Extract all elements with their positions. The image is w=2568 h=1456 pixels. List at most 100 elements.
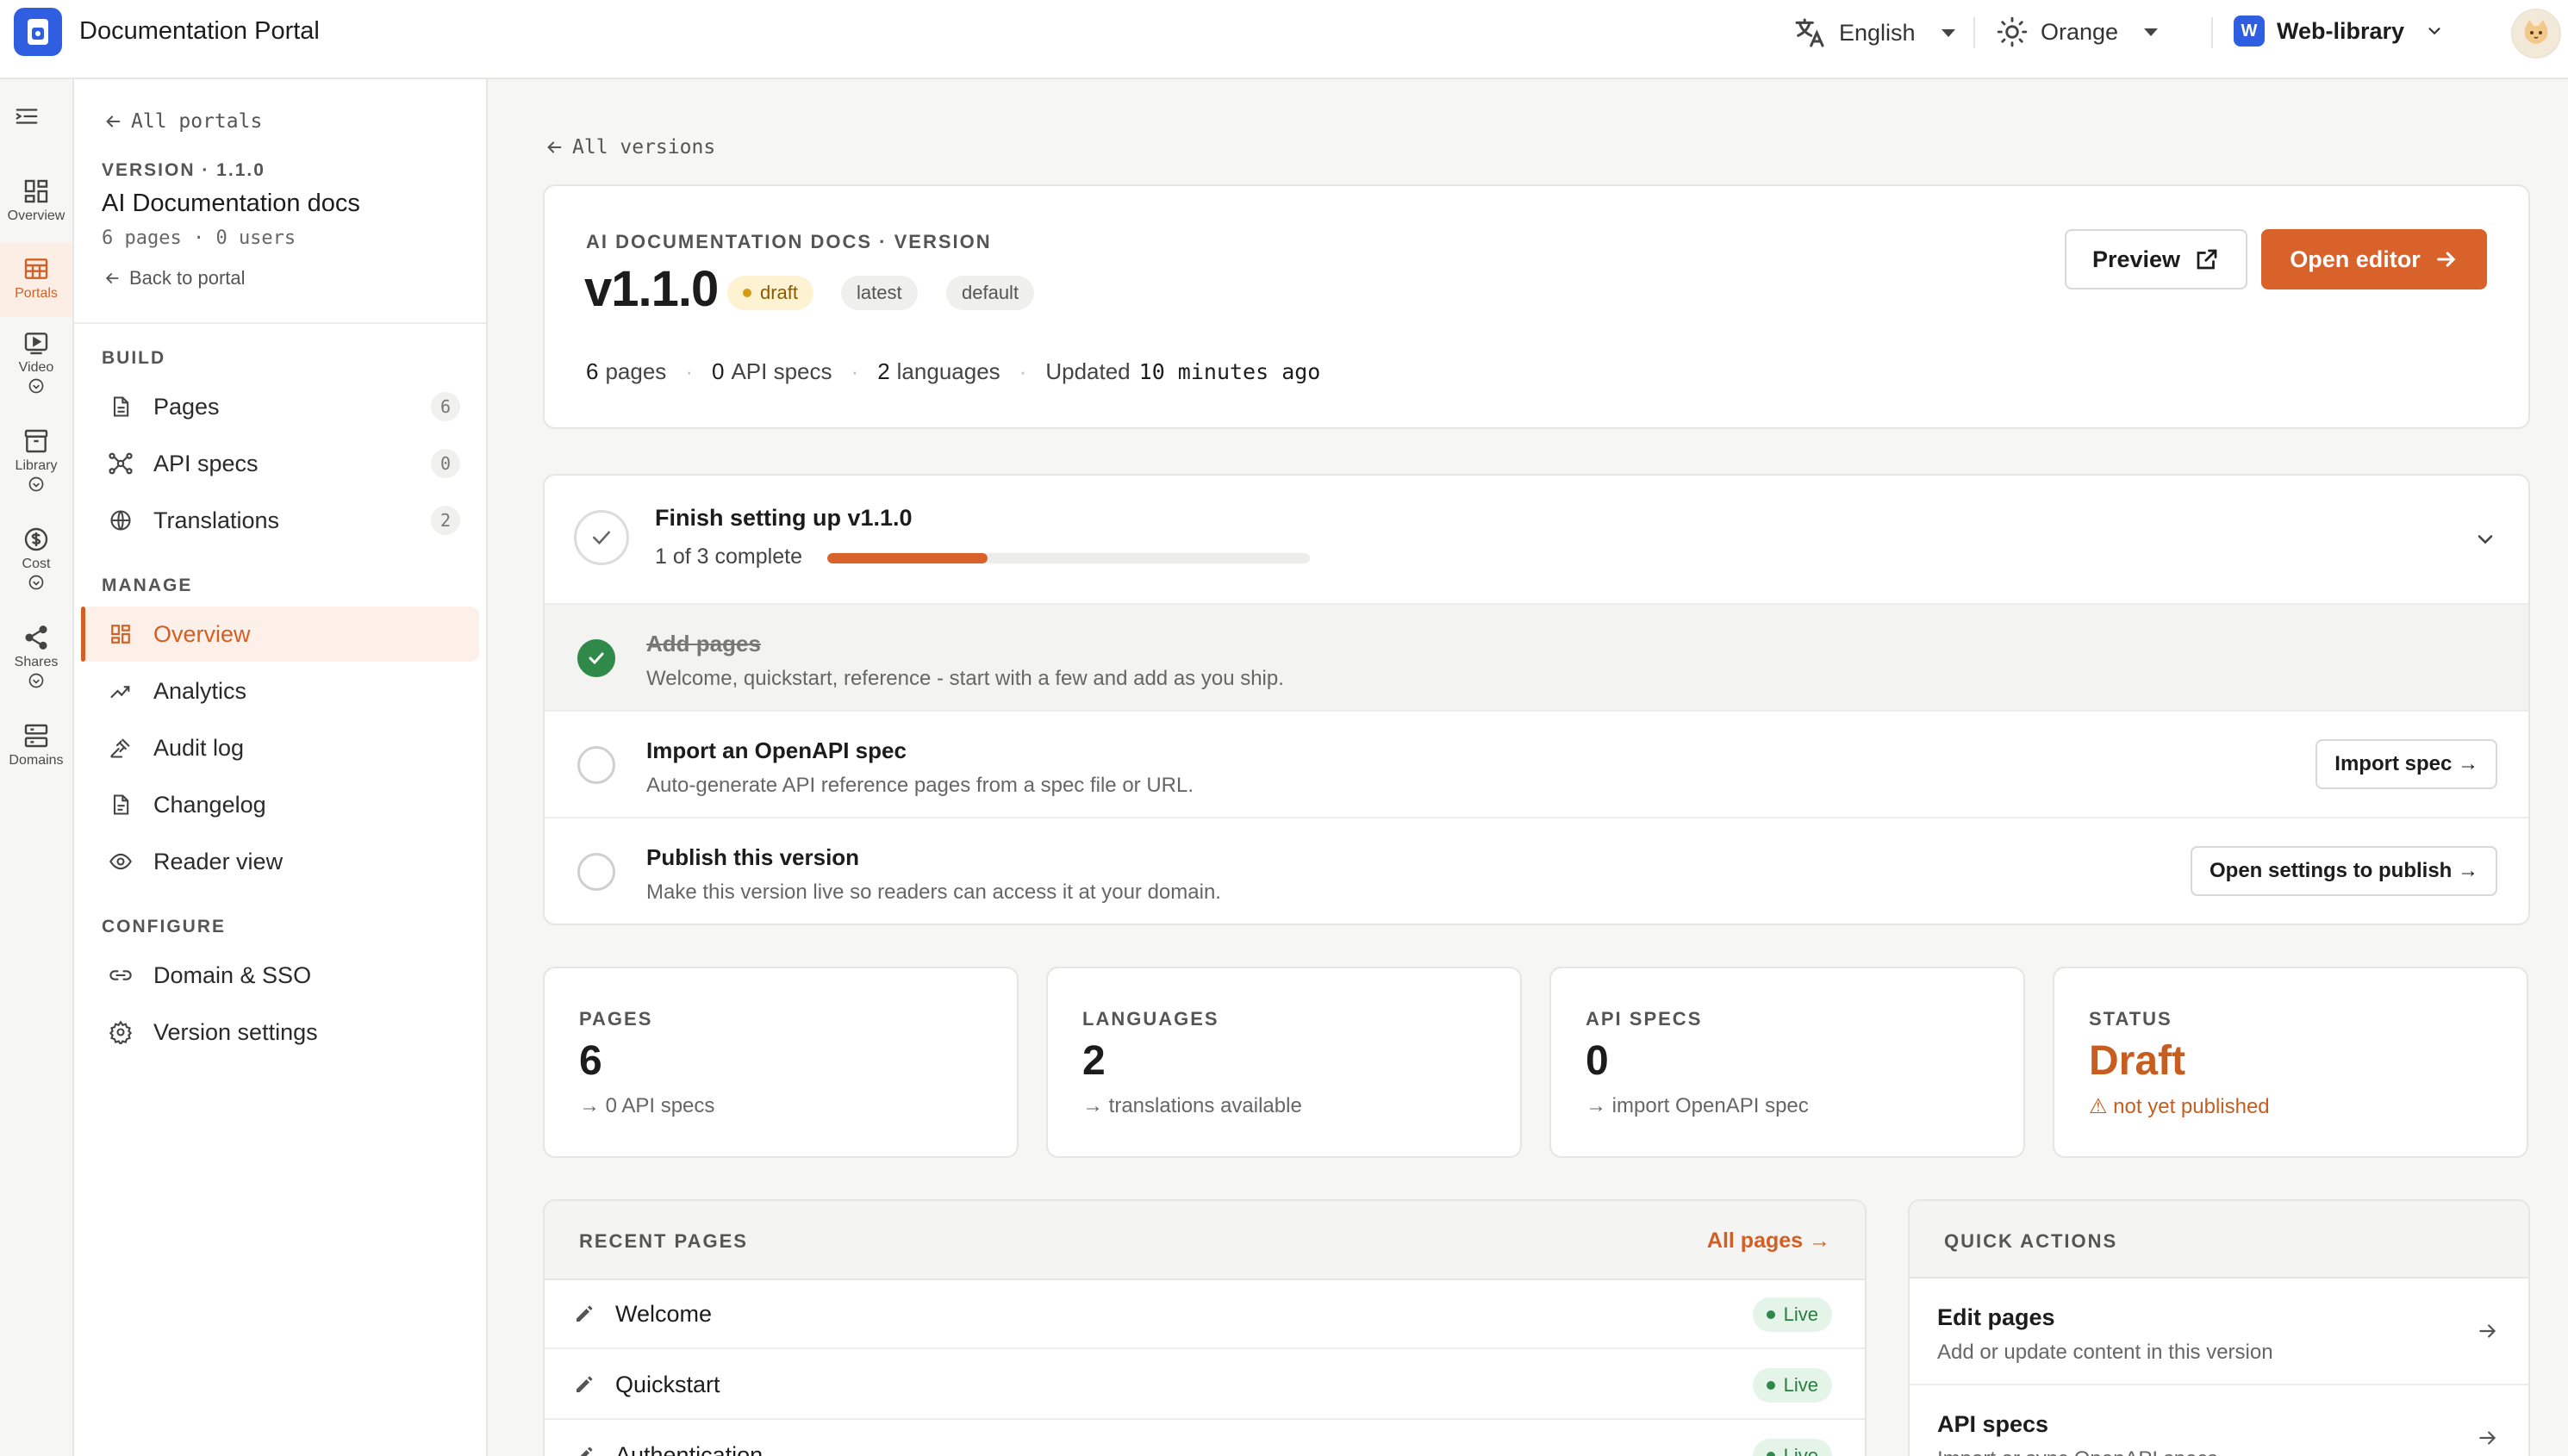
chevron-circle-icon: [28, 575, 44, 590]
quick-actions-panel: QUICK ACTIONS Edit pages Add or update c…: [1908, 1199, 2530, 1456]
section-manage: MANAGE: [102, 576, 193, 595]
draft-badge: draft: [727, 276, 814, 310]
rail-item-cost[interactable]: Cost: [0, 526, 72, 620]
all-pages-link[interactable]: All pages →: [1707, 1229, 1830, 1254]
divider: [74, 322, 486, 324]
portal-meta: 6 pages · 0 users: [102, 227, 296, 249]
live-badge: Live: [1752, 1297, 1832, 1332]
stat-card-languages[interactable]: LANGUAGES 2 → translations available: [1046, 967, 1522, 1158]
section-build: BUILD: [102, 348, 166, 368]
app-title: Documentation Portal: [79, 17, 320, 45]
stat-card-api-specs[interactable]: API SPECS 0 → import OpenAPI spec: [1549, 967, 2025, 1158]
task-publish-version: Publish this version Make this version l…: [545, 817, 2528, 924]
open-editor-button[interactable]: Open editor: [2261, 229, 2487, 289]
all-versions-link[interactable]: All versions: [545, 136, 715, 159]
quick-action-edit-pages[interactable]: Edit pages Add or update content in this…: [1910, 1279, 2528, 1385]
live-badge: Live: [1752, 1368, 1832, 1403]
setup-header[interactable]: Finish setting up v1.1.0 1 of 3 complete: [545, 476, 2528, 603]
language-label: English: [1839, 19, 1916, 46]
chevron-circle-icon: [28, 378, 44, 394]
rail-item-overview[interactable]: Overview: [0, 177, 72, 246]
arrow-left-icon: [106, 115, 121, 128]
workspace-selector[interactable]: W Web-library: [2234, 16, 2444, 47]
version-eyebrow: AI DOCUMENTATION DOCS · VERSION: [586, 231, 992, 252]
sidebar-item-version-settings[interactable]: Version settings: [81, 1005, 479, 1060]
archive-icon: [24, 429, 48, 453]
portal-title: AI Documentation docs: [102, 190, 360, 217]
check-circle-icon: [577, 639, 615, 677]
translate-icon: [1795, 18, 1824, 47]
import-spec-button[interactable]: Import spec →: [2316, 739, 2497, 789]
pencil-icon: [574, 1304, 595, 1324]
version-stats: 6 pages · 0 API specs · 2 languages · Up…: [586, 358, 1321, 384]
section-configure: CONFIGURE: [102, 917, 226, 936]
eye-icon: [109, 853, 132, 870]
task-checkbox[interactable]: [577, 746, 615, 784]
app-logo[interactable]: [14, 8, 62, 56]
rail-item-video[interactable]: Video: [0, 329, 72, 424]
page-row-welcome[interactable]: Welcome Live: [545, 1280, 1865, 1349]
sidebar-item-pages[interactable]: Pages 6: [81, 379, 479, 434]
external-link-icon: [2197, 249, 2217, 270]
collapse-sidebar-icon[interactable]: [12, 103, 41, 134]
avatar[interactable]: [2511, 9, 2561, 59]
task-add-pages[interactable]: Add pages Welcome, quickstart, reference…: [545, 603, 2528, 710]
gavel-icon: [110, 738, 130, 758]
back-to-portal-link[interactable]: Back to portal: [103, 267, 246, 289]
arrow-right-icon: [2479, 1431, 2496, 1445]
chevron-circle-icon: [28, 476, 44, 492]
table-icon: [24, 258, 48, 279]
pencil-icon: [574, 1445, 595, 1456]
globe-icon: [110, 510, 131, 531]
chevron-down-icon[interactable]: [2473, 527, 2497, 551]
sidebar-item-analytics[interactable]: Analytics: [81, 663, 479, 719]
sidebar-item-overview[interactable]: Overview: [81, 607, 479, 662]
task-import-openapi: Import an OpenAPI spec Auto-generate API…: [545, 710, 2528, 817]
sidebar-item-reader-view[interactable]: Reader view: [81, 834, 479, 889]
rail-item-shares[interactable]: Shares: [0, 624, 72, 719]
setup-progress-text: 1 of 3 complete: [655, 544, 802, 569]
page-row-authentication[interactable]: Authentication Live: [545, 1422, 1865, 1456]
rail-item-portals[interactable]: Portals: [0, 243, 72, 317]
theme-selector[interactable]: Orange: [1996, 16, 2159, 48]
workspace-badge: W: [2234, 16, 2265, 47]
top-bar: Documentation Portal English Orange W We…: [0, 0, 2568, 79]
language-selector[interactable]: English: [1792, 16, 1955, 50]
chevron-down-icon: [2428, 28, 2440, 35]
divider: [1973, 17, 1975, 48]
setup-checklist: Finish setting up v1.1.0 1 of 3 complete…: [543, 474, 2530, 925]
recent-pages-panel: RECENT PAGES All pages → Welcome Live Qu…: [543, 1199, 1867, 1456]
trend-icon: [110, 686, 130, 699]
play-icon: [24, 333, 48, 355]
task-checkbox[interactable]: [577, 853, 615, 891]
rail-item-domains[interactable]: Domains: [0, 722, 72, 791]
network-icon: [109, 452, 133, 475]
version-eyebrow: VERSION · 1.1.0: [102, 160, 265, 180]
theme-label: Orange: [2041, 18, 2119, 45]
rail-item-library[interactable]: Library: [0, 427, 72, 522]
quick-action-api-specs[interactable]: API specs Import or sync OpenAPI specs: [1910, 1385, 2528, 1456]
preview-button[interactable]: Preview: [2065, 229, 2247, 289]
page-row-quickstart[interactable]: Quickstart Live: [545, 1351, 1865, 1420]
sidebar-item-audit-log[interactable]: Audit log: [81, 720, 479, 775]
sidebar-item-api-specs[interactable]: API specs 0: [81, 436, 479, 491]
gear-icon: [109, 1020, 133, 1044]
sun-icon: [1997, 16, 2028, 47]
stat-card-status[interactable]: STATUS Draft ⚠ not yet published: [2053, 967, 2528, 1158]
panel-header: QUICK ACTIONS: [1910, 1201, 2528, 1279]
open-settings-button[interactable]: Open settings to publish →: [2191, 846, 2497, 896]
count-badge: 0: [431, 449, 460, 478]
panel-header: RECENT PAGES All pages →: [545, 1201, 1865, 1280]
document-icon: [113, 794, 129, 815]
link-icon: [109, 970, 132, 980]
pencil-icon: [574, 1374, 595, 1395]
server-icon: [24, 724, 48, 748]
all-portals-link[interactable]: All portals: [103, 110, 262, 133]
setup-title: Finish setting up v1.1.0: [655, 505, 913, 531]
status-dot: [743, 289, 751, 297]
stat-card-pages[interactable]: PAGES 6 → 0 API specs: [543, 967, 1019, 1158]
book-icon: [28, 19, 48, 45]
sidebar-item-changelog[interactable]: Changelog: [81, 777, 479, 832]
sidebar-item-translations[interactable]: Translations 2: [81, 493, 479, 548]
sidebar-item-domain-sso[interactable]: Domain & SSO: [81, 948, 479, 1003]
